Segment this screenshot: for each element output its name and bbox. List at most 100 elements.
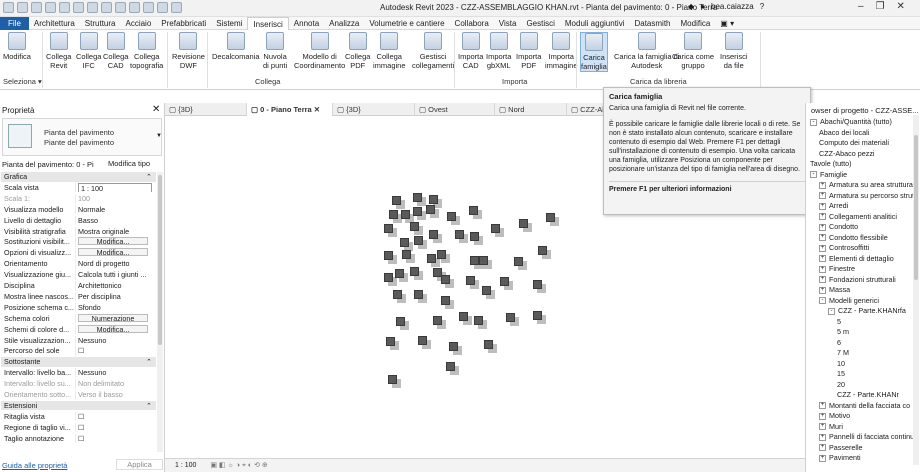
property-value[interactable]: Mostra originale bbox=[75, 226, 155, 236]
family-instance[interactable] bbox=[466, 276, 475, 285]
view-tab[interactable]: ▢ Ovest bbox=[415, 103, 495, 116]
property-value[interactable]: 1 : 100 bbox=[75, 182, 155, 193]
scrollbar-thumb[interactable] bbox=[158, 175, 162, 345]
browser-tree-item[interactable]: 10 bbox=[837, 359, 845, 368]
expand-icon[interactable]: + bbox=[819, 276, 826, 284]
property-value[interactable]: Modifica... bbox=[75, 237, 155, 247]
property-value[interactable]: 100 bbox=[75, 193, 155, 204]
property-row[interactable]: Scala 1: 100 bbox=[1, 193, 156, 204]
family-instance[interactable] bbox=[392, 196, 401, 205]
measure-icon[interactable] bbox=[101, 2, 112, 13]
expand-icon[interactable]: + bbox=[819, 223, 826, 231]
print-icon[interactable] bbox=[87, 2, 98, 13]
section-icon[interactable] bbox=[143, 2, 154, 13]
help-icon[interactable]: ? bbox=[760, 2, 764, 11]
browser-tree-item[interactable]: 5 m bbox=[837, 327, 849, 336]
view-tab[interactable]: ▢ 0 - Piano Terra ✕ bbox=[247, 103, 333, 116]
browser-tree-item[interactable]: + Fondazioni strutturali bbox=[819, 275, 896, 284]
user-name[interactable]: bea.caiazza bbox=[711, 2, 754, 11]
importa-gbxml-button[interactable]: Importa gbXML bbox=[486, 32, 511, 70]
property-value[interactable]: Normale bbox=[75, 204, 155, 215]
sync-icon[interactable] bbox=[45, 2, 56, 13]
view-tab[interactable]: ▢ CZZ-Abaco bbox=[567, 103, 619, 116]
nuvola-button[interactable]: Nuvola di punti bbox=[263, 32, 287, 70]
family-instance[interactable] bbox=[514, 257, 523, 266]
property-row[interactable]: Taglio annotazione ☐ bbox=[1, 433, 156, 444]
collega-immagine-button[interactable]: Collega immagine bbox=[373, 32, 406, 70]
family-instance[interactable] bbox=[395, 269, 404, 278]
property-row[interactable]: Schemi di colore d... Modifica... bbox=[1, 324, 156, 335]
apply-button[interactable]: Applica bbox=[116, 459, 163, 470]
family-instance[interactable] bbox=[410, 267, 419, 276]
family-instance[interactable] bbox=[446, 362, 455, 371]
restore-button[interactable]: ❐ bbox=[876, 1, 885, 12]
family-instance[interactable] bbox=[538, 246, 547, 255]
family-instance[interactable] bbox=[418, 336, 427, 345]
close-window-button[interactable]: ✕ bbox=[897, 1, 905, 12]
property-value[interactable]: Nessuno bbox=[75, 368, 155, 378]
property-row[interactable]: Visualizza modello Normale bbox=[1, 204, 156, 215]
family-instance[interactable] bbox=[384, 273, 393, 282]
expand-icon[interactable]: + bbox=[819, 192, 826, 200]
browser-tree-item[interactable]: + Condotto bbox=[819, 222, 858, 231]
property-category[interactable]: Grafica ⌃ bbox=[1, 172, 156, 182]
expand-icon[interactable]: + bbox=[819, 244, 826, 252]
family-instance[interactable] bbox=[388, 375, 397, 384]
importa-immagine-button[interactable]: Importa immagine bbox=[545, 32, 578, 70]
browser-tree-item[interactable]: + Massa bbox=[819, 285, 850, 294]
collega-revit-button[interactable]: Collega Revit bbox=[46, 32, 71, 70]
property-category[interactable]: Sottostante ⌃ bbox=[1, 357, 156, 367]
menu-tab-struttura[interactable]: Struttura bbox=[80, 17, 121, 30]
collega-cad-button[interactable]: Collega CAD bbox=[103, 32, 128, 70]
expand-icon[interactable]: + bbox=[819, 202, 826, 210]
property-value[interactable]: Verso il basso bbox=[75, 390, 155, 400]
property-value[interactable]: ☐ bbox=[75, 422, 155, 433]
browser-tree-item[interactable]: + Pannelli di facciata continu bbox=[819, 432, 914, 441]
carica-famiglia-button[interactable]: Carica famiglia bbox=[580, 32, 608, 72]
collega-topo-button[interactable]: Collega topografia bbox=[130, 32, 163, 70]
menu-tab-moduli-aggiuntivi[interactable]: Moduli aggiuntivi bbox=[560, 17, 630, 30]
menu-tab-modifica[interactable]: Modifica bbox=[676, 17, 716, 30]
family-instance[interactable] bbox=[401, 210, 410, 219]
thin-lines-icon[interactable] bbox=[157, 2, 168, 13]
property-value[interactable]: Modifica... bbox=[75, 324, 155, 335]
instance-selector[interactable]: Pianta del pavimento: 0 - Pi bbox=[2, 160, 94, 169]
family-instance[interactable] bbox=[441, 275, 450, 284]
expand-icon[interactable]: + bbox=[819, 286, 826, 294]
family-instance[interactable] bbox=[384, 251, 393, 260]
property-row[interactable]: Posizione schema c... Sfondo bbox=[1, 302, 156, 313]
browser-tree-item[interactable]: + Finestre bbox=[819, 264, 855, 273]
inserisci-file-button[interactable]: Inserisci da file bbox=[720, 32, 748, 70]
expand-icon[interactable]: + bbox=[819, 181, 826, 189]
family-instance[interactable] bbox=[389, 210, 398, 219]
browser-tree-item[interactable]: - Famiglie bbox=[810, 170, 847, 179]
expand-icon[interactable]: + bbox=[819, 412, 826, 420]
family-instance[interactable] bbox=[482, 286, 491, 295]
family-instance[interactable] bbox=[429, 195, 438, 204]
browser-tree-item[interactable]: 15 bbox=[837, 369, 845, 378]
expand-icon[interactable]: + bbox=[819, 454, 826, 462]
importa-pdf-button[interactable]: Importa PDF bbox=[516, 32, 541, 70]
carica-gruppo-button[interactable]: Carica come gruppo bbox=[672, 32, 714, 70]
property-row[interactable]: Visualizzazione giu... Calcola tutti i gi… bbox=[1, 270, 156, 280]
menu-tab-sistemi[interactable]: Sistemi bbox=[211, 17, 247, 30]
browser-tree-item[interactable]: + Motivo bbox=[819, 411, 850, 420]
browser-tree-item[interactable]: 7 M bbox=[837, 348, 849, 357]
text-icon[interactable] bbox=[115, 2, 126, 13]
family-instance[interactable] bbox=[474, 316, 483, 325]
family-instance[interactable] bbox=[484, 340, 493, 349]
importa-cad-button[interactable]: Importa CAD bbox=[458, 32, 483, 70]
family-instance[interactable] bbox=[437, 250, 446, 259]
view-controls-icons[interactable]: ▣ ◧ ☼ ◑ ⌖ ◐ ⟲ ⊕ bbox=[210, 462, 267, 469]
property-row[interactable]: Scala vista 1 : 100 bbox=[1, 182, 156, 193]
family-instance[interactable] bbox=[455, 230, 464, 239]
menu-tab-vista[interactable]: Vista bbox=[494, 17, 522, 30]
ribbon-options-icon[interactable]: ▣ ▾ bbox=[715, 17, 739, 30]
family-instance[interactable] bbox=[533, 311, 542, 320]
family-instance[interactable] bbox=[410, 222, 419, 231]
browser-tree-item[interactable]: 6 bbox=[837, 338, 841, 347]
family-instance[interactable] bbox=[400, 238, 409, 247]
property-value[interactable]: ☐ bbox=[75, 411, 155, 422]
property-row[interactable]: Sostituzioni visibilit... Modifica... bbox=[1, 237, 156, 247]
redo-icon[interactable] bbox=[73, 2, 84, 13]
